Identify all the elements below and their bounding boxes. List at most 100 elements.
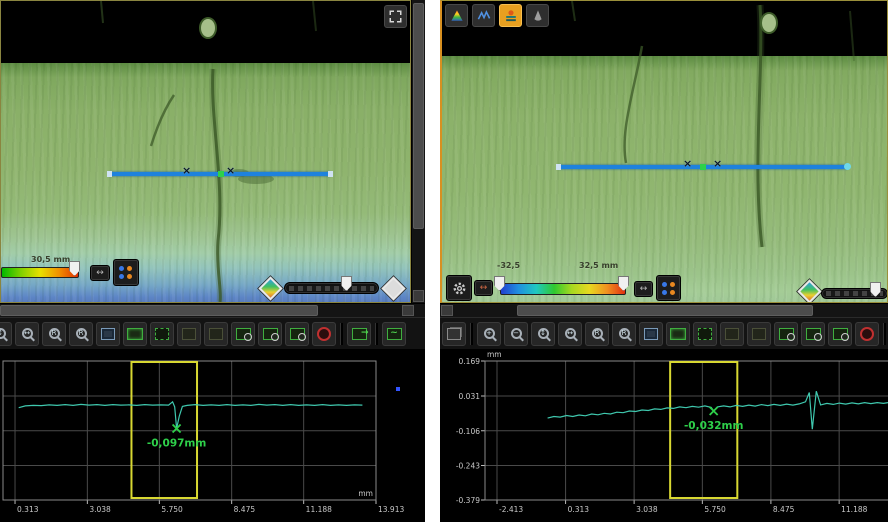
image-viewport-right[interactable]: × × ↔ -32,5 32,5 mm ↔ [440,0,888,303]
zoom-horizontal-button[interactable]: ↔ [558,322,582,346]
scale-max-label: 30,5 mm [31,255,70,264]
layer-mode-button[interactable] [499,4,522,27]
profile-row-icon [182,328,196,340]
profile-line [19,402,363,429]
export-icon [352,328,367,340]
region-zoom-icon [236,328,251,340]
scroll-down-button[interactable] [413,290,424,302]
measure-value-label: -0,032mm [684,420,744,432]
show-frame-button[interactable] [150,322,174,346]
line-endpoint-right[interactable] [328,171,333,177]
zoom-in-button[interactable]: + [477,322,501,346]
profile-chart-svg-right: -2.4130.3133.0385.7508.47511.1880.1690.0… [440,349,888,522]
layer-slider[interactable] [284,282,379,294]
zoom-horizontal-button[interactable]: ↔ [15,322,39,346]
measure-wave-button[interactable]: ~ [382,322,406,346]
zoom-reset-button[interactable]: R [612,322,636,346]
range-cursor-b[interactable]: × [713,158,722,169]
app-window: × × 30,5 mm ↔ [0,0,888,522]
waveform-chip-icon: ~ [387,328,402,340]
viewer-toolbar-right: +−↕↔RR~ [440,317,888,349]
image-viewport-left[interactable]: × × 30,5 mm ↔ [0,0,411,303]
region-zoom-x-button[interactable] [774,322,798,346]
region-zoom-x-button[interactable] [231,322,255,346]
frame-icon [698,328,712,340]
toolbar-separator [375,323,378,345]
vertical-scroll-thumb[interactable] [413,3,424,229]
range-cursor-a[interactable]: × [182,165,191,176]
region-zoom-icon [263,328,278,340]
record-icon [317,327,331,341]
zoom-horizontal-icon: ↔ [565,328,576,339]
zoom-region-button[interactable]: R [42,322,66,346]
blue-dot-icon [119,266,124,271]
zoom-vertical-button[interactable]: ↕ [0,322,12,346]
profile-col-icon [209,328,223,340]
range-cursor-b[interactable]: × [226,165,235,176]
region-zoom-y-button[interactable] [258,322,282,346]
fit-view-button[interactable] [639,322,663,346]
scale-min-label: -32,5 [497,261,520,270]
zoom-reset-button[interactable]: R [69,322,93,346]
line-endpoint-right[interactable] [844,163,851,170]
scroll-corner-button[interactable] [402,305,414,316]
region-zoom-y-button[interactable] [801,322,825,346]
show-frame-button[interactable] [693,322,717,346]
cone-mode-button[interactable] [526,4,549,27]
settings-button[interactable] [446,275,472,301]
profile-row-button[interactable] [177,322,201,346]
palette-toggle-button[interactable] [113,259,139,286]
layout-button[interactable] [442,322,466,346]
measure-line[interactable]: × × [558,165,848,169]
record-button[interactable] [312,322,336,346]
range-cursor-a[interactable]: × [683,158,692,169]
zoom-vertical-icon: ↕ [0,328,6,339]
fullscreen-button[interactable] [384,5,407,28]
blue-dot-icon [662,290,667,295]
palette-toggle-button[interactable] [656,275,681,301]
toolbar-separator [883,323,886,345]
measure-point-dot[interactable] [218,171,224,177]
reset-range-button[interactable]: ↔ [474,280,493,296]
height-map-mode-button[interactable] [445,4,468,27]
x-tick-label: 0.313 [568,505,590,514]
profile-mode-button[interactable] [472,4,495,27]
zoom-out-button[interactable]: − [504,322,528,346]
measure-point-dot[interactable] [700,164,706,170]
line-endpoint-left[interactable] [556,164,561,170]
image-icon [127,328,143,340]
measure-marker[interactable] [710,407,718,415]
horizontal-scrollbar[interactable] [440,304,888,317]
zoom-in-icon: + [484,328,495,339]
region-zoom-xy-button[interactable] [828,322,852,346]
line-endpoint-left[interactable] [107,171,112,177]
profile-col-button[interactable] [204,322,228,346]
selection-region[interactable] [131,362,197,498]
zoom-vertical-button[interactable]: ↕ [531,322,555,346]
horizontal-scrollbar[interactable] [0,304,425,317]
scroll-left-button[interactable] [441,305,453,316]
show-image-button[interactable] [123,322,147,346]
record-button[interactable] [855,322,879,346]
region-zoom-icon [779,328,794,340]
show-image-button[interactable] [666,322,690,346]
color-scale-bar[interactable] [1,267,79,278]
zoom-region-button[interactable]: R [585,322,609,346]
profile-row-button[interactable] [720,322,744,346]
zoom-horizontal-icon: ↔ [22,328,33,339]
region-zoom-icon [290,328,305,340]
auto-range-button[interactable]: ↔ [90,265,110,281]
horizontal-scroll-thumb[interactable] [0,305,318,316]
profile-col-button[interactable] [747,322,771,346]
fit-view-button[interactable] [96,322,120,346]
color-scale-bar[interactable] [500,283,626,295]
zoom-region-icon: R [592,328,603,339]
y-unit-label: mm [487,350,502,359]
profile-chart-left: 0.3133.0385.7508.47511.18813.913-0,097mm… [0,349,425,522]
horizontal-scroll-thumb[interactable] [517,305,813,316]
region-zoom-xy-button[interactable] [285,322,309,346]
measure-line[interactable]: × × [109,172,331,176]
export-button[interactable] [347,322,371,346]
auto-range-button[interactable]: ↔ [634,281,653,297]
vertical-scrollbar[interactable] [412,0,425,303]
